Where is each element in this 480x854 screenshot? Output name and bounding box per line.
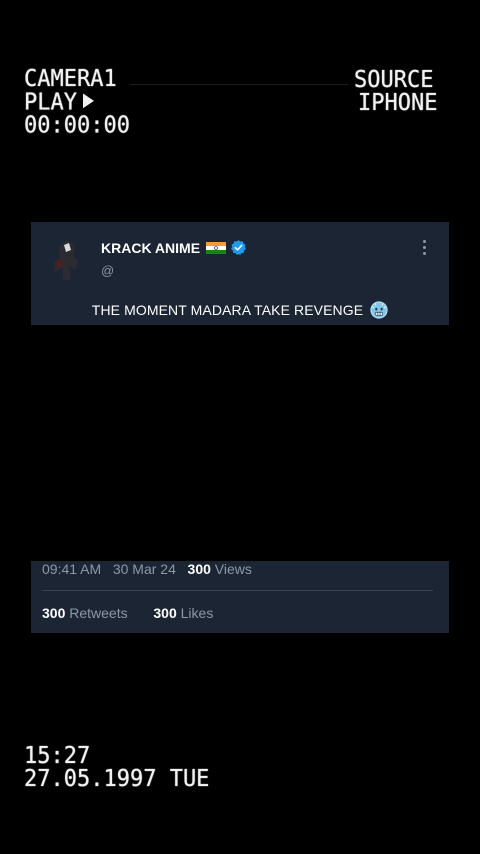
camera-label: CAMERA1 [24, 66, 117, 93]
author-name[interactable]: KRACK ANIME [101, 240, 200, 256]
india-flag-icon [206, 241, 227, 254]
author-handle[interactable]: @ [101, 263, 114, 278]
play-icon [82, 93, 94, 109]
source-label: SOURCE [354, 66, 434, 94]
overlay-date: 27.05.1997 TUE [24, 765, 210, 793]
views-count: 300 [187, 561, 211, 577]
tweet-card: KRACK ANIME @ THE MOMENT MADARA TAKE REV… [31, 222, 449, 325]
divider [42, 590, 433, 591]
cold-face-emoji-icon [370, 301, 388, 319]
source-device: IPHONE [358, 89, 438, 117]
avatar[interactable] [45, 236, 89, 282]
likes-count: 300 [153, 605, 177, 621]
source-overlay: SOURCE IPHONE [354, 66, 438, 117]
timecode: 00:00:00 [24, 112, 130, 139]
retweets-stat[interactable]: 300 Retweets [42, 605, 128, 621]
tweet-stats-card: 09:41 AM 30 Mar 24 300 Views 300 Retweet… [31, 561, 449, 633]
retweets-label: Retweets [69, 605, 128, 621]
overlay-time: 15:27 [24, 742, 91, 770]
datetime-overlay: 15:27 27.05.1997 TUE [24, 742, 210, 793]
tweet-body: THE MOMENT MADARA TAKE REVENGE [31, 301, 449, 319]
scanline [130, 84, 348, 85]
likes-stat[interactable]: 300 Likes [153, 605, 213, 621]
more-options-icon[interactable] [423, 240, 427, 255]
tweet-date: 30 Mar 24 [112, 561, 176, 577]
engagement-stats: 300 Retweets 300 Likes [42, 605, 213, 621]
verified-badge-icon [231, 240, 246, 256]
play-indicator: PLAY [24, 91, 130, 114]
likes-label: Likes [180, 605, 214, 621]
author-row: KRACK ANIME [101, 239, 247, 256]
tweet-meta: 09:41 AM 30 Mar 24 300 Views [42, 561, 252, 577]
tweet-time: 09:41 AM [42, 561, 102, 577]
views-label: Views [214, 561, 252, 577]
retweets-count: 300 [42, 605, 66, 621]
camera-overlay: CAMERA1 PLAY 00:00:00 [24, 68, 130, 137]
tweet-text: THE MOMENT MADARA TAKE REVENGE [91, 302, 364, 318]
